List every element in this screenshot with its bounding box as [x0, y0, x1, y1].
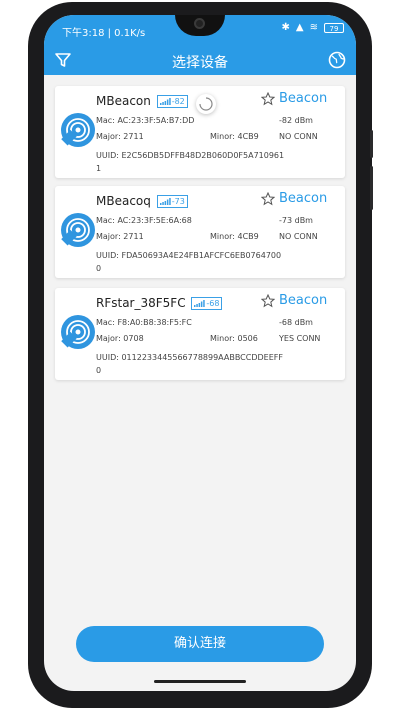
mac-address: Mac: AC:23:3F:5E:6A:68: [96, 216, 192, 225]
device-card[interactable]: MBeacon -82 Beacon Mac: AC:23:3F:5A:B7:D…: [55, 86, 345, 178]
confirm-connect-button[interactable]: 确认连接: [76, 626, 324, 662]
power-button: [370, 166, 373, 210]
rssi-badge: -82: [156, 95, 188, 108]
wifi-signal-icon: [61, 315, 95, 349]
star-icon[interactable]: [261, 192, 275, 206]
rssi-value: -73: [171, 197, 185, 206]
minor-value: Minor: 4CB9: [210, 232, 259, 241]
device-name-text: RFstar_38F5FC: [96, 296, 186, 310]
major-value: Major: 2711: [96, 132, 144, 141]
battery-icon: 79: [324, 23, 344, 33]
device-name: RFstar_38F5FC -68: [96, 296, 223, 310]
device-type: Beacon: [279, 293, 328, 308]
device-name: MBeacoq -73: [96, 194, 188, 208]
front-camera: [194, 18, 205, 29]
uuid-value: UUID: E2C56DB5DFFB48D2B060D0F5A7109611: [96, 151, 285, 173]
signal-bars-icon: [159, 98, 171, 105]
status-icons: ✱ ▲ ≋ 79: [282, 22, 344, 34]
loading-spinner-icon: [196, 94, 216, 114]
signal-bars-icon: [194, 300, 206, 307]
uuid-value: UUID: 0112233445566778899AABBCCDDEEFF0: [96, 353, 283, 375]
bluetooth-icon: ✱: [281, 22, 290, 33]
star-icon[interactable]: [261, 294, 275, 308]
app-bar: 选择设备: [44, 45, 356, 75]
connection-status: NO CONN: [279, 232, 318, 241]
uuid-value: UUID: FDA50693A4E24FB1AFCFC6EB07647000: [96, 251, 282, 273]
page-title: 选择设备: [172, 55, 228, 71]
volume-button: [370, 130, 373, 158]
minor-value: Minor: 0506: [210, 334, 258, 343]
rssi-value: -82: [171, 97, 185, 106]
globe-icon[interactable]: [328, 51, 346, 69]
mobile-signal-icon: ▲: [295, 22, 304, 33]
signal-bars-icon: [159, 198, 171, 205]
device-name-text: MBeacon: [96, 94, 151, 108]
screen: 下午3:18 | 0.1K/s ✱ ▲ ≋ 79 选择设备 MBeacon -8…: [44, 15, 356, 691]
status-bar: 下午3:18 | 0.1K/s ✱ ▲ ≋ 79: [44, 15, 356, 45]
status-time: 下午3:18 | 0.1K/s: [62, 28, 146, 39]
wifi-signal-icon: [61, 213, 95, 247]
minor-value: Minor: 4CB9: [210, 132, 259, 141]
mac-address: Mac: AC:23:3F:5A:B7:DD: [96, 116, 195, 125]
rssi-badge: -73: [156, 195, 188, 208]
star-icon[interactable]: [261, 92, 275, 106]
wifi-icon: ≋: [309, 22, 318, 33]
major-value: Major: 2711: [96, 232, 144, 241]
device-card[interactable]: MBeacoq -73 Beacon Mac: AC:23:3F:5E:6A:6…: [55, 186, 345, 278]
rssi-value: -68: [206, 299, 220, 308]
device-type: Beacon: [279, 91, 328, 106]
device-type: Beacon: [279, 191, 328, 206]
rssi-dbm: -82 dBm: [279, 116, 313, 125]
device-name-text: MBeacoq: [96, 194, 151, 208]
home-indicator: [154, 680, 246, 683]
rssi-dbm: -73 dBm: [279, 216, 313, 225]
rssi-badge: -68: [191, 297, 223, 310]
mac-address: Mac: F8:A0:B8:38:F5:FC: [96, 318, 192, 327]
major-value: Major: 0708: [96, 334, 144, 343]
device-name: MBeacon -82: [96, 94, 188, 108]
connection-status: NO CONN: [279, 132, 318, 141]
wifi-signal-icon: [61, 113, 95, 147]
device-card[interactable]: RFstar_38F5FC -68 Beacon Mac: F8:A0:B8:3…: [55, 288, 345, 380]
connection-status: YES CONN: [279, 334, 321, 343]
rssi-dbm: -68 dBm: [279, 318, 313, 327]
